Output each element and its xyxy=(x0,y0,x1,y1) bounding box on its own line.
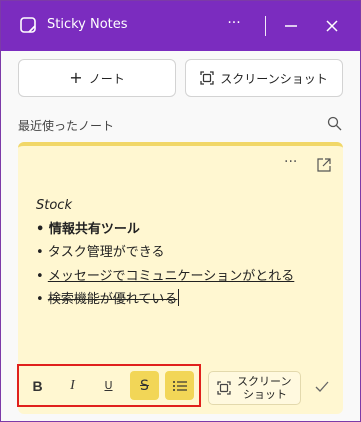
screenshot-icon xyxy=(217,381,231,395)
underlined-text: メッセージでコミュニケーションがとれる xyxy=(47,268,295,284)
note-content[interactable]: Stock • 情報共有ツール • タスク管理ができる • メッセージでコミュニ… xyxy=(36,194,294,312)
screenshot-label-line2: ショット xyxy=(243,388,287,401)
text-cursor xyxy=(178,289,180,306)
annotation-highlight-box xyxy=(17,364,201,407)
note-line-title: Stock xyxy=(36,198,72,213)
strikethrough-text: 検索機能が優れている xyxy=(47,292,178,307)
note-line-2: • タスク管理ができる xyxy=(36,245,165,260)
note-more-options-icon[interactable]: ··· xyxy=(284,154,297,170)
screenshot-icon xyxy=(200,71,214,85)
new-note-button[interactable]: + ノート xyxy=(18,59,176,97)
open-note-icon[interactable] xyxy=(317,158,331,172)
sticky-notes-window: Sticky Notes ··· + ノート スクリーンショット 最近使ったノー… xyxy=(0,0,361,422)
title-divider xyxy=(265,16,266,36)
note-screenshot-button[interactable]: スクリーン ショット xyxy=(208,371,301,405)
new-note-label: ノート xyxy=(88,71,125,86)
note-line-3: • メッセージでコミュニケーションがとれる xyxy=(36,265,294,289)
sticky-notes-app-icon xyxy=(20,17,36,33)
screenshot-label-line1: スクリーン xyxy=(237,375,292,388)
note-screenshot-label: スクリーン ショット xyxy=(237,375,291,401)
checkmark-icon[interactable] xyxy=(314,379,330,395)
note-line-4: • 検索機能が優れている xyxy=(36,288,294,312)
note-line-1: • 情報共有ツール xyxy=(36,221,140,237)
title-bar: Sticky Notes ··· xyxy=(1,1,360,51)
screenshot-label: スクリーンショット xyxy=(220,71,328,86)
bullet: • xyxy=(36,292,48,307)
app-title: Sticky Notes xyxy=(47,17,128,32)
minimize-icon[interactable] xyxy=(280,15,302,37)
plus-icon: + xyxy=(69,68,83,87)
more-options-icon[interactable]: ··· xyxy=(224,15,244,35)
bullet: • xyxy=(36,268,48,284)
search-icon[interactable] xyxy=(327,116,342,131)
screenshot-button[interactable]: スクリーンショット xyxy=(185,59,343,97)
recent-notes-label: 最近使ったノート xyxy=(18,119,115,133)
close-icon[interactable] xyxy=(321,15,343,37)
